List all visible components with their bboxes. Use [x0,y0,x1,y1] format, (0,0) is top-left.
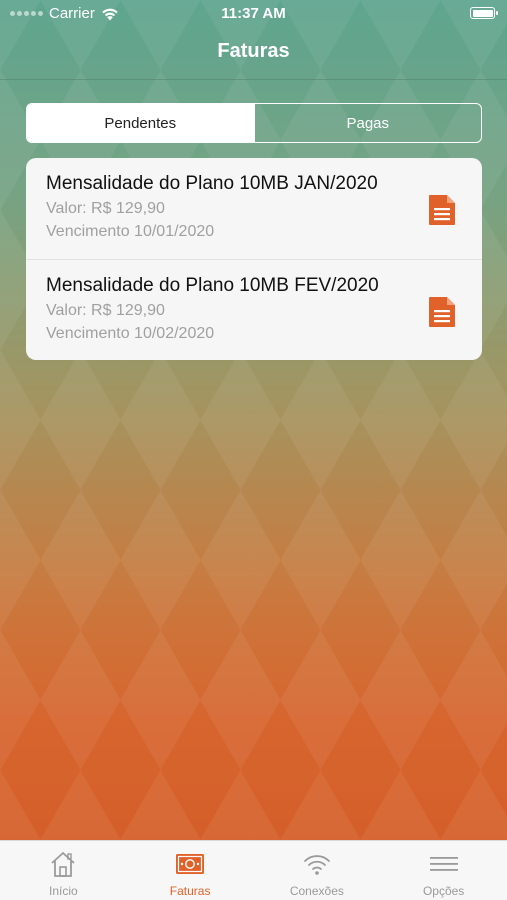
invoice-title: Mensalidade do Plano 10MB FEV/2020 [46,275,379,296]
status-bar: Carrier 11:37 AM [0,0,507,28]
invoice-row[interactable]: Mensalidade do Plano 10MB FEV/2020 Valor… [26,259,482,360]
navigation-bar: Faturas [0,28,507,80]
wifi-icon [303,855,330,875]
segment-pagas[interactable]: Pagas [253,104,482,142]
tab-label: Opções [422,884,465,898]
status-time: 11:37 AM [221,5,286,22]
tab-label: Faturas [169,884,211,898]
menu-icon [429,857,458,871]
invoice-list: Mensalidade do Plano 10MB JAN/2020 Valor… [26,158,482,360]
tab-faturas[interactable]: Faturas [127,841,254,900]
page-title: Faturas [217,40,290,62]
tab-conexoes[interactable]: Conexões [254,841,381,900]
invoice-due-date: Vencimento 10/01/2020 [46,223,215,240]
document-icon[interactable] [428,296,456,328]
tab-bar: Início Faturas Conexões Opções [0,840,507,900]
invoice-value: Valor: R$ 129,90 [46,200,165,217]
segment-pendentes[interactable]: Pendentes [27,104,254,142]
invoice-title: Mensalidade do Plano 10MB JAN/2020 [46,173,378,194]
invoice-icon [176,854,205,874]
tab-opcoes[interactable]: Opções [380,841,507,900]
invoice-status-segmented-control: Pendentes Pagas [26,103,482,143]
tab-label: Conexões [289,884,344,898]
invoice-value: Valor: R$ 129,90 [46,302,165,319]
home-icon [51,852,75,877]
document-icon[interactable] [428,194,456,226]
battery-fill [472,9,493,17]
invoice-row[interactable]: Mensalidade do Plano 10MB JAN/2020 Valor… [26,158,482,259]
invoice-due-date: Vencimento 10/02/2020 [46,325,215,342]
tab-label: Início [49,884,78,898]
tab-inicio[interactable]: Início [0,841,127,900]
battery-icon [470,7,498,19]
